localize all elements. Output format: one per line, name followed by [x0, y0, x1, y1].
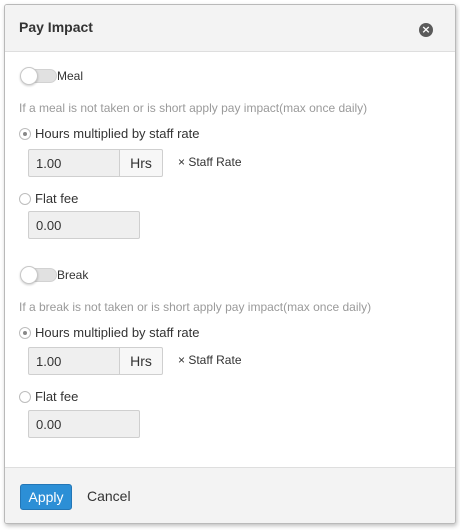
break-staff-rate-label: × Staff Rate: [178, 353, 242, 367]
break-toggle[interactable]: [20, 266, 57, 284]
pay-impact-dialog: Pay Impact × Meal If a meal is not taken…: [4, 4, 456, 524]
radio-selected-dot: [23, 331, 27, 335]
cancel-button[interactable]: Cancel: [87, 488, 131, 504]
dialog-header: Pay Impact ×: [5, 5, 455, 52]
break-hours-unit: Hrs: [119, 347, 163, 375]
break-flat-label[interactable]: Flat fee: [35, 389, 78, 404]
meal-toggle[interactable]: [20, 67, 57, 85]
break-description: If a break is not taken or is short appl…: [19, 300, 372, 314]
toggle-knob: [20, 266, 38, 284]
meal-toggle-label: Meal: [57, 69, 84, 83]
dialog-footer: Apply Cancel: [5, 467, 455, 523]
close-icon[interactable]: ×: [419, 23, 433, 37]
meal-hours-input[interactable]: 1.00: [28, 149, 120, 177]
break-hours-radio[interactable]: [19, 327, 31, 339]
radio-selected-dot: [23, 132, 27, 136]
dialog-title: Pay Impact: [19, 19, 93, 35]
apply-button[interactable]: Apply: [20, 484, 72, 510]
meal-description: If a meal is not taken or is short apply…: [19, 101, 368, 115]
meal-staff-rate-label: × Staff Rate: [178, 155, 242, 169]
meal-flat-fee-input[interactable]: 0.00: [28, 211, 140, 239]
toggle-knob: [20, 67, 38, 85]
meal-hours-unit: Hrs: [119, 149, 163, 177]
break-hours-label[interactable]: Hours multiplied by staff rate: [35, 325, 200, 340]
break-flat-fee-input[interactable]: 0.00: [28, 410, 140, 438]
meal-hours-radio[interactable]: [19, 128, 31, 140]
meal-flat-label[interactable]: Flat fee: [35, 191, 78, 206]
meal-hours-label[interactable]: Hours multiplied by staff rate: [35, 126, 200, 141]
break-toggle-label: Break: [57, 268, 89, 282]
break-flat-radio[interactable]: [19, 391, 31, 403]
break-hours-input[interactable]: 1.00: [28, 347, 120, 375]
meal-flat-radio[interactable]: [19, 193, 31, 205]
